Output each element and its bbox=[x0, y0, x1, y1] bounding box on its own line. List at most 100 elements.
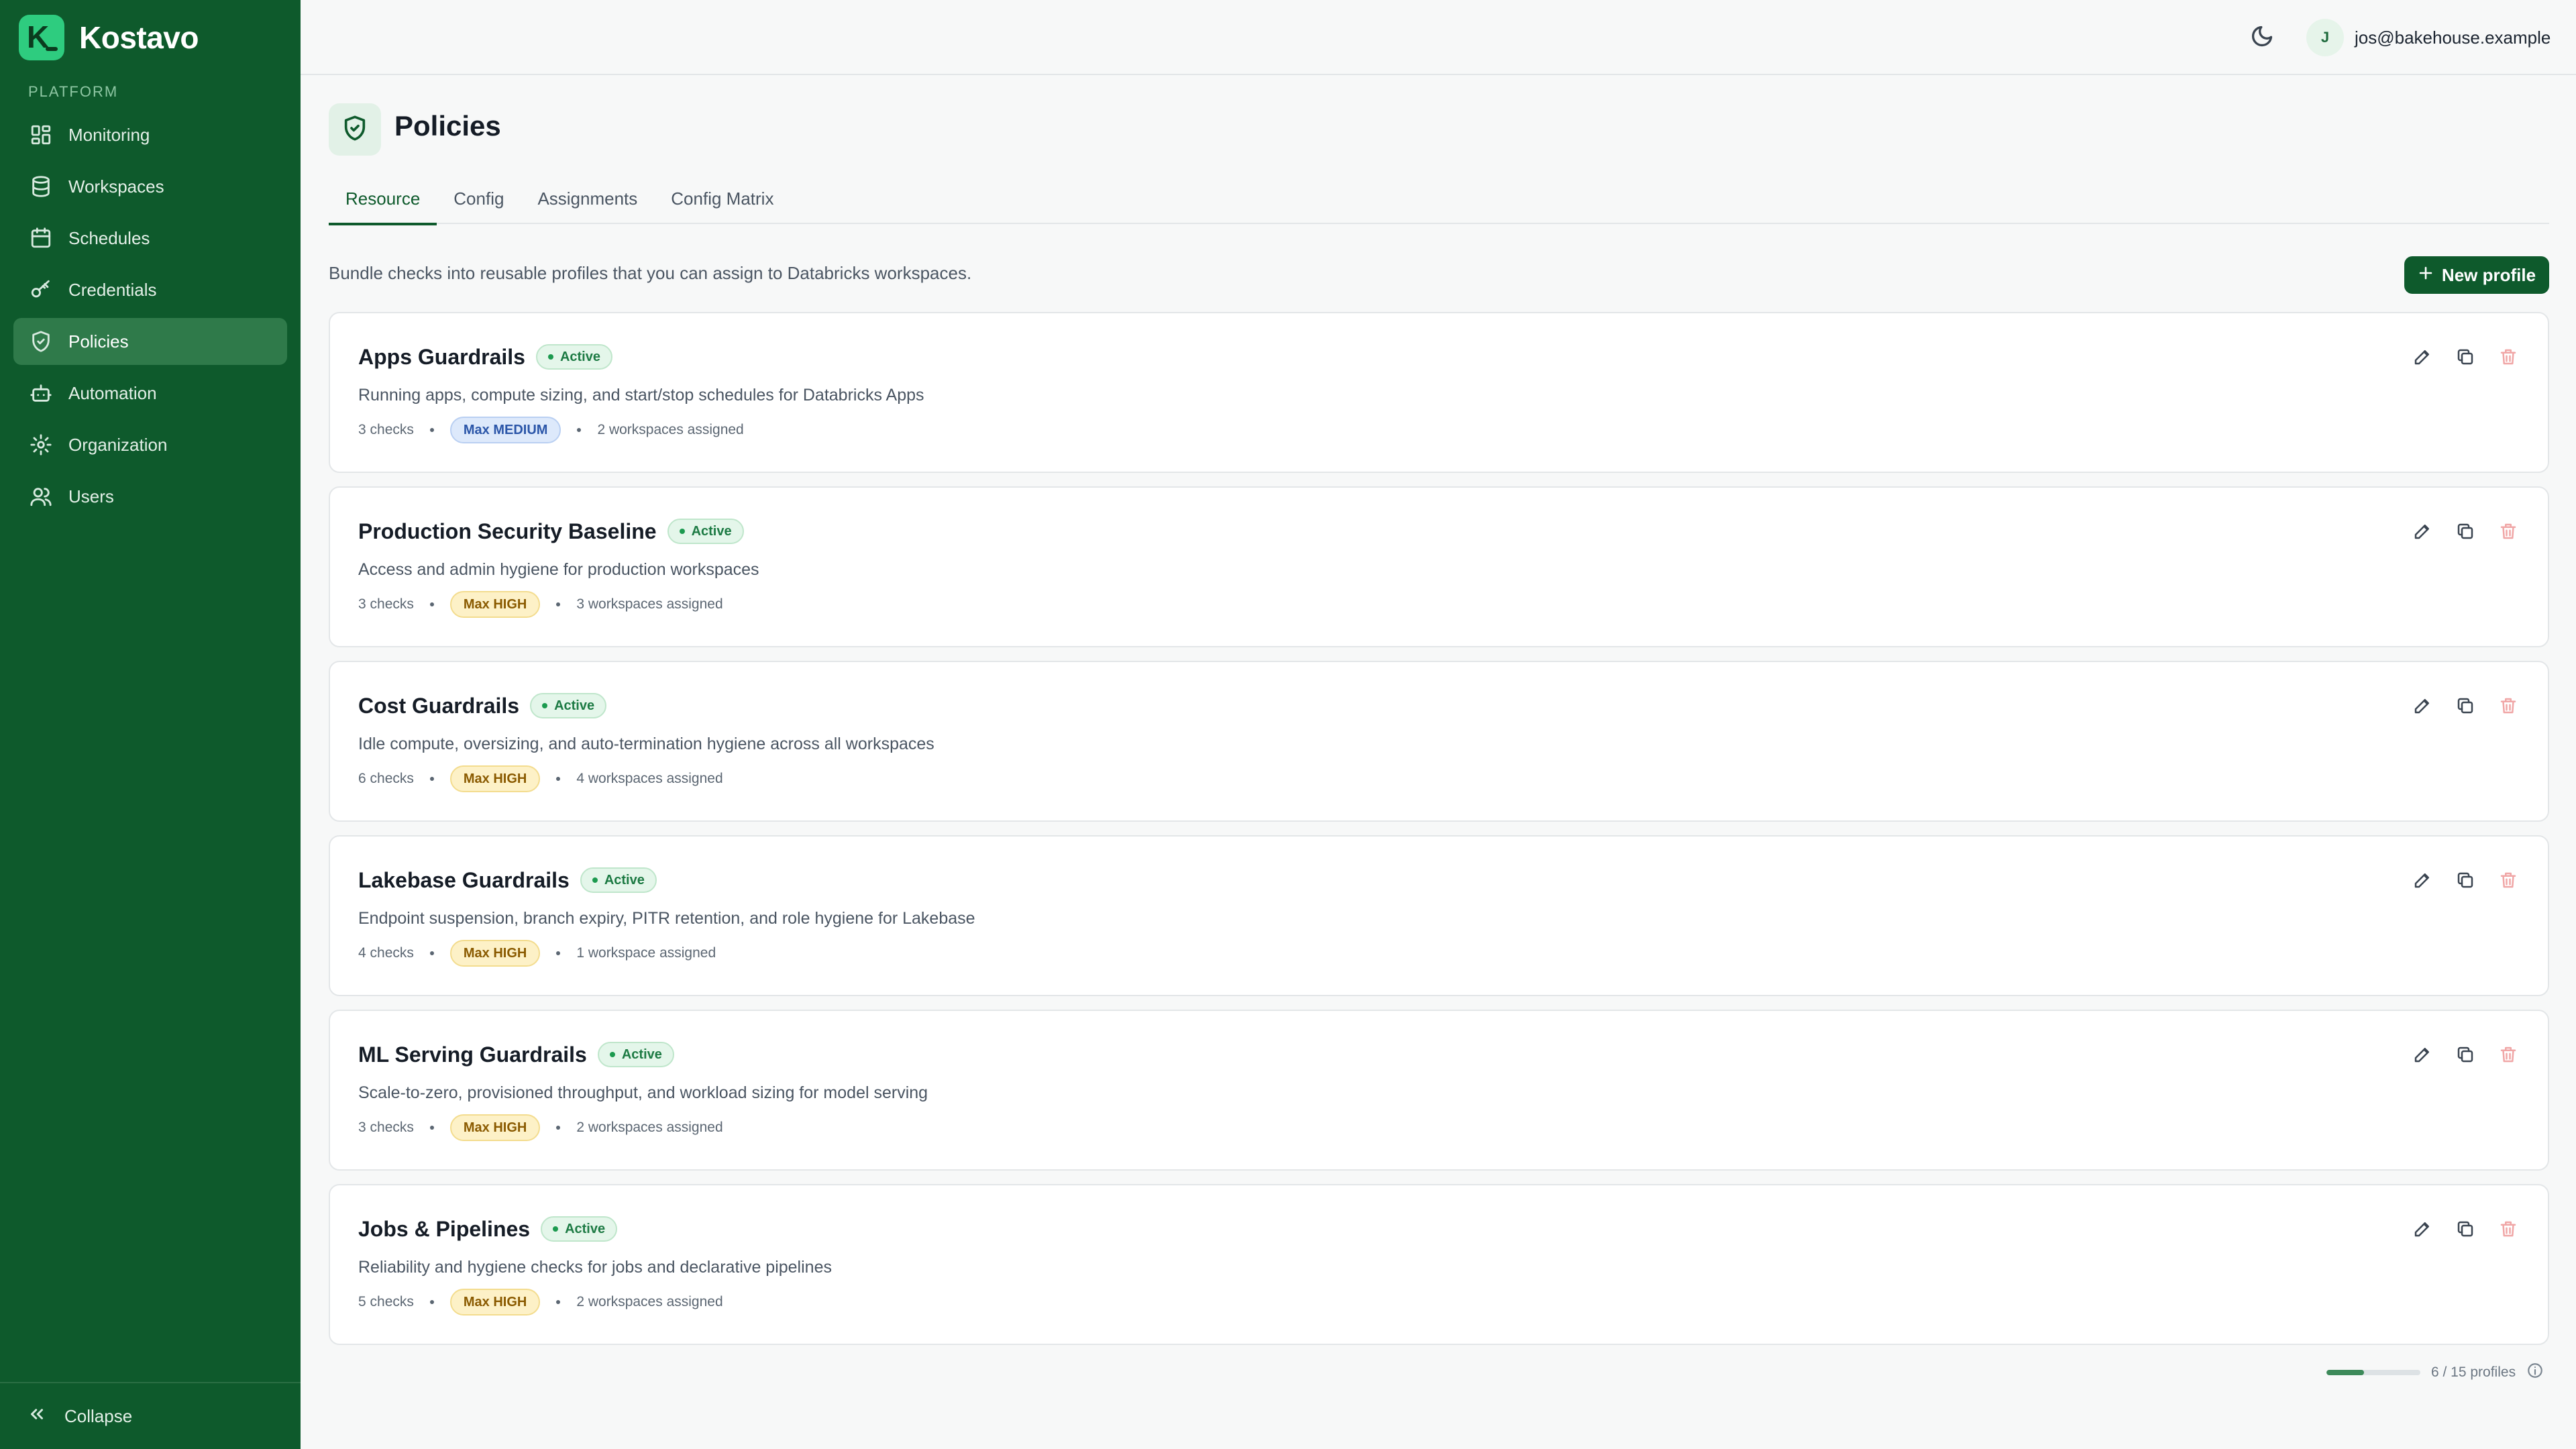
new-profile-label: New profile bbox=[2441, 264, 2536, 285]
avatar: J bbox=[2306, 19, 2344, 56]
database-icon bbox=[30, 175, 52, 198]
profile-name[interactable]: Cost Guardrails bbox=[358, 694, 519, 718]
profile-card[interactable]: Jobs & Pipelines Active Reliability and … bbox=[329, 1184, 2549, 1345]
delete-button[interactable] bbox=[2498, 347, 2518, 367]
page-title: Policies bbox=[394, 110, 501, 142]
status-badge: Active bbox=[597, 1042, 674, 1067]
page-description: Bundle checks into reusable profiles tha… bbox=[329, 263, 972, 283]
edit-button[interactable] bbox=[2412, 1219, 2432, 1239]
collapse-button[interactable]: Collapse bbox=[0, 1382, 301, 1449]
quota-progress-fill bbox=[2326, 1370, 2364, 1375]
profile-actions bbox=[2412, 696, 2518, 716]
profile-card-header: ML Serving Guardrails Active bbox=[358, 1042, 674, 1067]
shield-icon bbox=[30, 330, 52, 353]
workspace-assignment-count: 3 workspaces assigned bbox=[576, 596, 723, 612]
tab-config[interactable]: Config bbox=[437, 173, 521, 224]
quota-progress-bar bbox=[2326, 1370, 2420, 1375]
profile-list: Apps Guardrails Active Running apps, com… bbox=[329, 312, 2549, 1358]
separator-dot-icon bbox=[429, 602, 434, 606]
brand[interactable]: K Kostavo bbox=[19, 15, 199, 60]
profile-card[interactable]: Production Security Baseline Active Acce… bbox=[329, 486, 2549, 647]
copy-icon bbox=[2455, 1046, 2475, 1067]
grid-icon bbox=[30, 123, 52, 146]
theme-toggle-button[interactable] bbox=[2250, 24, 2277, 51]
sidebar-item-monitoring[interactable]: Monitoring bbox=[13, 111, 287, 158]
workspace-assignment-count: 2 workspaces assigned bbox=[576, 1120, 723, 1135]
profile-name[interactable]: ML Serving Guardrails bbox=[358, 1042, 587, 1067]
profile-description: Scale-to-zero, provisioned throughput, a… bbox=[358, 1083, 928, 1102]
profile-description: Idle compute, oversizing, and auto-termi… bbox=[358, 735, 934, 753]
severity-badge: Max MEDIUM bbox=[449, 417, 561, 443]
profile-card[interactable]: Lakebase Guardrails Active Endpoint susp… bbox=[329, 835, 2549, 996]
tab-assignments[interactable]: Assignments bbox=[521, 173, 654, 224]
delete-button[interactable] bbox=[2498, 1219, 2518, 1239]
sidebar-item-workspaces[interactable]: Workspaces bbox=[13, 163, 287, 210]
profile-actions bbox=[2412, 1219, 2518, 1239]
status-badge: Active bbox=[667, 519, 744, 544]
edit-button[interactable] bbox=[2412, 1044, 2432, 1065]
delete-button[interactable] bbox=[2498, 1044, 2518, 1065]
profile-card[interactable]: ML Serving Guardrails Active Scale-to-ze… bbox=[329, 1010, 2549, 1171]
delete-button[interactable] bbox=[2498, 521, 2518, 541]
workspace-assignment-count: 1 workspace assigned bbox=[576, 945, 716, 961]
delete-button[interactable] bbox=[2498, 696, 2518, 716]
top-bar: J jos@bakehouse.example bbox=[301, 0, 2576, 75]
pencil-icon bbox=[2412, 873, 2432, 893]
sidebar-item-credentials[interactable]: Credentials bbox=[13, 266, 287, 313]
sidebar-item-schedules[interactable]: Schedules bbox=[13, 215, 287, 262]
duplicate-button[interactable] bbox=[2455, 1044, 2475, 1065]
severity-badge: Max HIGH bbox=[449, 591, 541, 618]
copy-icon bbox=[2455, 872, 2475, 893]
edit-button[interactable] bbox=[2412, 521, 2432, 541]
edit-button[interactable] bbox=[2412, 696, 2432, 716]
tab-config-matrix[interactable]: Config Matrix bbox=[654, 173, 790, 224]
profile-meta: 3 checks Max MEDIUM 2 workspaces assigne… bbox=[358, 417, 744, 443]
separator-dot-icon bbox=[556, 1126, 561, 1130]
user-email: jos@bakehouse.example bbox=[2355, 27, 2551, 48]
profile-meta: 5 checks Max HIGH 2 workspaces assigned bbox=[358, 1289, 723, 1316]
tab-resource[interactable]: Resource bbox=[329, 173, 437, 225]
trash-icon bbox=[2498, 523, 2518, 544]
duplicate-button[interactable] bbox=[2455, 347, 2475, 367]
users-icon bbox=[30, 485, 52, 508]
duplicate-button[interactable] bbox=[2455, 1219, 2475, 1239]
brand-name: Kostavo bbox=[79, 20, 199, 55]
shield-check-icon bbox=[341, 115, 368, 145]
delete-button[interactable] bbox=[2498, 870, 2518, 890]
profile-name[interactable]: Lakebase Guardrails bbox=[358, 868, 570, 893]
profile-name[interactable]: Jobs & Pipelines bbox=[358, 1217, 530, 1242]
profile-name[interactable]: Production Security Baseline bbox=[358, 519, 657, 544]
edit-button[interactable] bbox=[2412, 870, 2432, 890]
sidebar-item-automation[interactable]: Automation bbox=[13, 370, 287, 417]
edit-button[interactable] bbox=[2412, 347, 2432, 367]
profile-card-header: Production Security Baseline Active bbox=[358, 519, 744, 544]
profile-name[interactable]: Apps Guardrails bbox=[358, 345, 525, 370]
sidebar-item-policies[interactable]: Policies bbox=[13, 318, 287, 365]
status-dot-icon bbox=[609, 1052, 615, 1057]
separator-dot-icon bbox=[429, 1126, 434, 1130]
duplicate-button[interactable] bbox=[2455, 696, 2475, 716]
duplicate-button[interactable] bbox=[2455, 521, 2475, 541]
status-badge: Active bbox=[530, 693, 607, 718]
trash-icon bbox=[2498, 698, 2518, 718]
profile-description: Access and admin hygiene for production … bbox=[358, 560, 759, 579]
severity-badge: Max HIGH bbox=[449, 1114, 541, 1141]
bot-icon bbox=[30, 382, 52, 405]
profile-description: Endpoint suspension, branch expiry, PITR… bbox=[358, 909, 975, 928]
profile-card[interactable]: Apps Guardrails Active Running apps, com… bbox=[329, 312, 2549, 473]
sidebar-item-organization[interactable]: Organization bbox=[13, 421, 287, 468]
chevrons-left-icon bbox=[27, 1404, 47, 1429]
info-icon[interactable] bbox=[2526, 1362, 2544, 1383]
sidebar-item-users[interactable]: Users bbox=[13, 473, 287, 520]
check-count: 4 checks bbox=[358, 945, 414, 961]
profile-meta: 6 checks Max HIGH 4 workspaces assigned bbox=[358, 765, 723, 792]
separator-dot-icon bbox=[429, 777, 434, 781]
user-menu[interactable]: J jos@bakehouse.example bbox=[2306, 19, 2551, 56]
status-badge: Active bbox=[535, 344, 612, 370]
duplicate-button[interactable] bbox=[2455, 870, 2475, 890]
copy-icon bbox=[2455, 1221, 2475, 1242]
pencil-icon bbox=[2412, 350, 2432, 370]
check-count: 6 checks bbox=[358, 771, 414, 786]
new-profile-button[interactable]: New profile bbox=[2404, 256, 2549, 294]
profile-card[interactable]: Cost Guardrails Active Idle compute, ove… bbox=[329, 661, 2549, 822]
